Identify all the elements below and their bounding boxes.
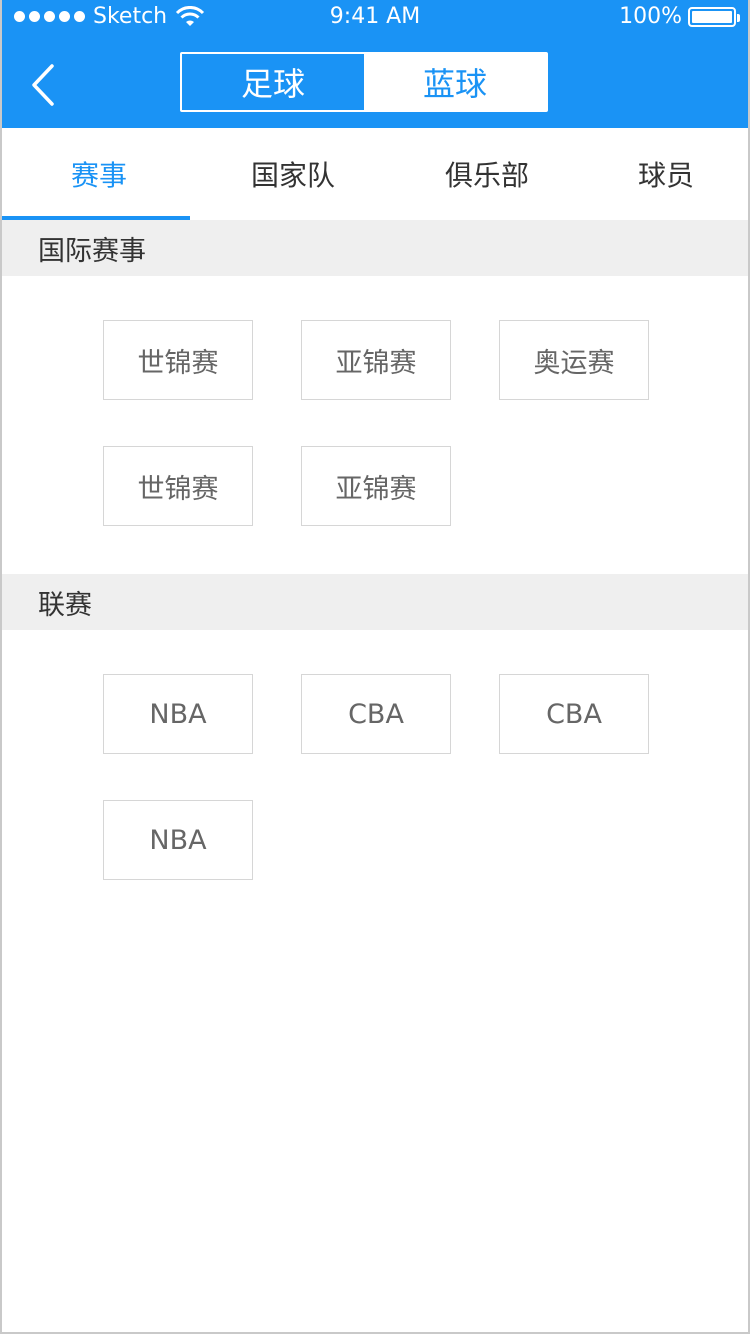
nav-header: Sketch 9:41 AM 100% 足球 蓝球 <box>2 0 748 128</box>
segment-football[interactable]: 足球 <box>182 54 364 110</box>
section-header-international: 国际赛事 <box>2 220 748 276</box>
league-chip[interactable]: CBA <box>499 674 649 754</box>
tab-club[interactable]: 俱乐部 <box>390 128 584 220</box>
chevron-left-icon <box>32 64 54 106</box>
tab-events[interactable]: 赛事 <box>2 128 196 220</box>
event-chip[interactable]: 奥运赛 <box>499 320 649 400</box>
event-chip[interactable]: 世锦赛 <box>103 446 253 526</box>
status-bar: Sketch 9:41 AM 100% <box>2 0 748 36</box>
league-chip[interactable]: CBA <box>301 674 451 754</box>
event-chip[interactable]: 世锦赛 <box>103 320 253 400</box>
battery-percent: 100% <box>619 4 682 29</box>
battery-icon <box>688 6 740 27</box>
event-chip[interactable]: 亚锦赛 <box>301 320 451 400</box>
app-screen: Sketch 9:41 AM 100% 足球 蓝球 赛事 国家队 俱乐部 球员 … <box>0 0 750 1334</box>
event-chip[interactable]: 亚锦赛 <box>301 446 451 526</box>
league-chip[interactable]: NBA <box>103 800 253 880</box>
tab-players[interactable]: 球员 <box>584 128 748 220</box>
status-right: 100% <box>619 4 740 29</box>
sport-segmented-control: 足球 蓝球 <box>180 52 548 112</box>
segment-basketball[interactable]: 蓝球 <box>364 54 546 110</box>
category-tabs: 赛事 国家队 俱乐部 球员 <box>2 128 748 220</box>
tab-national-team[interactable]: 国家队 <box>196 128 390 220</box>
league-chip[interactable]: NBA <box>103 674 253 754</box>
section-header-league: 联赛 <box>2 574 748 630</box>
back-button[interactable] <box>26 60 66 110</box>
